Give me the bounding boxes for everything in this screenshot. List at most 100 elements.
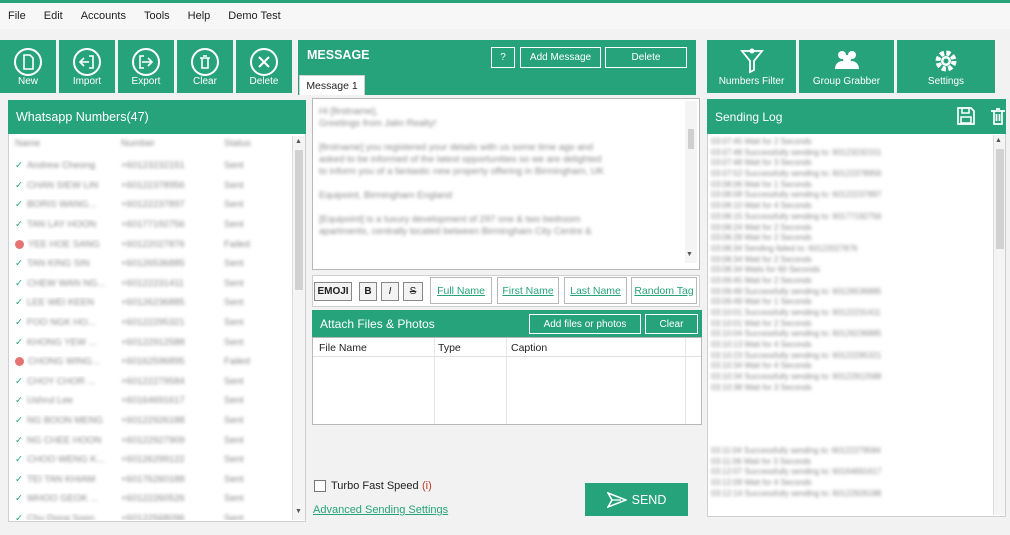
message-text[interactable]: Hi [firstname], Greetings from Jalin Real… [319, 106, 679, 238]
scroll-down-arrow-icon[interactable]: ▼ [295, 508, 302, 515]
message-line: to inform you of a fantastic new propert… [319, 166, 604, 177]
group-grabber-button[interactable]: Group Grabber [799, 40, 894, 93]
turbo-info-icon[interactable]: (i) [422, 480, 432, 492]
message-line: Equipoint, Birmingham England [319, 190, 453, 201]
table-row[interactable]: ✓ LEE WEI KEEN +60126236885 Sent [9, 293, 289, 313]
table-row[interactable]: ✓ NG CHEE HOON +60122927909 Sent [9, 430, 289, 450]
table-row[interactable]: ✓ CHOO WENG K... +60126299122 Sent [9, 450, 289, 470]
menu-file[interactable]: File [8, 10, 26, 22]
table-row[interactable]: ✓ TAN LAY HOON +60177192756 Sent [9, 215, 289, 235]
add-files-button[interactable]: Add files or photos [529, 314, 641, 334]
scroll-up-arrow-icon[interactable]: ▲ [295, 138, 302, 145]
table-row[interactable]: ✓ Chu Dong Soon +60122568096 Sent [9, 509, 289, 520]
new-button[interactable]: New [0, 40, 56, 93]
tag-last-name[interactable]: Last Name [564, 277, 627, 304]
italic-button[interactable]: I [381, 282, 399, 301]
col-status-header: Status [224, 138, 251, 149]
settings-button[interactable]: Settings [897, 40, 995, 93]
contact-status: Sent [224, 179, 244, 191]
add-message-button[interactable]: Add Message [520, 47, 601, 68]
turbo-checkbox[interactable] [314, 480, 326, 492]
menu-help[interactable]: Help [188, 10, 211, 22]
table-row[interactable]: ✓ CHOY CHOR ... +60122279584 Sent [9, 372, 289, 392]
contact-name: FOO NGK HO... [26, 317, 96, 329]
contact-name: TAN KING SIN [26, 258, 90, 270]
import-button[interactable]: Import [59, 40, 115, 93]
contact-name: BORIS WANG... [26, 199, 97, 211]
save-log-button[interactable] [956, 106, 976, 129]
contact-number: +60164691617 [121, 395, 185, 407]
table-row[interactable]: ✓ BORIS WANG... +60122237897 Sent [9, 195, 289, 215]
message-editor[interactable]: Hi [firstname], Greetings from Jalin Real… [312, 98, 700, 270]
tag-full-name[interactable]: Full Name [430, 277, 492, 304]
log-scroll-up-icon[interactable]: ▲ [995, 137, 1002, 144]
table-row[interactable]: ✓ WHOO GEOK ... +60122260526 Sent [9, 489, 289, 509]
menu-accounts[interactable]: Accounts [81, 10, 126, 22]
table-row[interactable]: ✓ Ushrul Lee +60164691617 Sent [9, 391, 289, 411]
group-grabber-label: Group Grabber [812, 76, 881, 87]
advanced-settings-link[interactable]: Advanced Sending Settings [313, 504, 448, 516]
delete-message-button[interactable]: Delete [605, 47, 687, 68]
numbers-scrollbar[interactable]: ▲ ▼ [292, 136, 305, 520]
sending-log-lines-bottom: 03:11:04 Successfully sending to: 601222… [711, 446, 991, 499]
check-icon: ✓ [15, 160, 23, 172]
message-scroll-down-icon[interactable]: ▼ [686, 251, 693, 258]
log-line: 03:10:34 Wait for 4 Seconds [711, 361, 812, 371]
settings-label: Settings [927, 76, 965, 87]
log-scrollbar[interactable]: ▲ [993, 135, 1005, 515]
table-row[interactable]: ✓ CHEW WAN NG... +60122231411 Sent [9, 274, 289, 294]
tag-first-name[interactable]: First Name [497, 277, 559, 304]
clear-button[interactable]: Clear [177, 40, 233, 93]
table-row[interactable]: CHONG WING... +60162596895 Failed [9, 352, 289, 372]
message-scrollbar[interactable]: ▼ [685, 101, 697, 263]
table-row[interactable]: ✓ KHONG YEW ... +60122912588 Sent [9, 332, 289, 352]
contact-status: Sent [224, 434, 244, 446]
table-row[interactable]: ✓ CHAN SIEW LIN +60122378956 Sent [9, 176, 289, 196]
emoji-button[interactable]: EMOJI [314, 282, 352, 301]
message-line: [Equipoint] is a luxury development of 2… [319, 214, 581, 225]
contact-status: Sent [224, 277, 244, 289]
contact-name: TAN LAY HOON [26, 219, 97, 231]
numbers-filter-label: Numbers Filter [718, 76, 785, 87]
table-row[interactable]: ✓ TEI TAN KHIAM +60176260188 Sent [9, 470, 289, 490]
tab-message-1[interactable]: Message 1 [299, 75, 365, 95]
log-line: 03:11:04 Successfully sending to: 601222… [711, 446, 881, 455]
table-row[interactable]: ✓ FOO NGK HO... +60122295321 Sent [9, 313, 289, 333]
numbers-scroll-thumb[interactable] [295, 150, 303, 290]
delete-button[interactable]: Delete [236, 40, 292, 93]
export-label: Export [131, 76, 161, 87]
new-file-icon [14, 48, 42, 76]
help-button[interactable]: ? [491, 47, 515, 68]
send-button[interactable]: SEND [585, 483, 688, 516]
attach-clear-button[interactable]: Clear [645, 314, 698, 334]
table-row[interactable]: ✓ Andrew Cheong +60123232151 Sent [9, 156, 289, 176]
log-scroll-thumb[interactable] [996, 149, 1004, 249]
contact-status: Sent [224, 473, 244, 485]
menu-tools[interactable]: Tools [144, 10, 170, 22]
log-line: 03:08:08 Successfully sending to: 601222… [711, 190, 882, 200]
strikethrough-button[interactable]: S [403, 282, 423, 301]
check-icon: ✓ [15, 317, 23, 329]
check-icon: ✓ [15, 454, 23, 466]
menu-edit[interactable]: Edit [44, 10, 63, 22]
contact-number: +60122295321 [121, 317, 185, 329]
log-line: 03:08:15 Successfully sending to: 601771… [711, 211, 882, 221]
contact-number: +60126236885 [121, 297, 185, 309]
import-label: Import [72, 76, 102, 87]
clear-label: Clear [193, 76, 217, 87]
table-row[interactable]: ✓ TAN KING SIN +60126536885 Sent [9, 254, 289, 274]
bold-button[interactable]: B [359, 282, 377, 301]
table-row[interactable]: ✓ NG BOON MENG +60122926188 Sent [9, 411, 289, 431]
contact-status: Sent [224, 415, 244, 427]
numbers-filter-button[interactable]: Numbers Filter [707, 40, 796, 93]
attachments-table: File Name Type Caption [312, 337, 702, 425]
tag-random[interactable]: Random Tag [631, 277, 697, 304]
menu-demo-test[interactable]: Demo Test [228, 10, 280, 22]
table-row[interactable]: YEE HOE SANG +60122027876 Failed [9, 234, 289, 254]
col-number-header: Number [121, 138, 155, 149]
contact-status: Sent [224, 258, 244, 270]
message-scroll-thumb[interactable] [688, 129, 694, 149]
clear-log-button[interactable] [988, 106, 1008, 129]
message-line [319, 130, 679, 142]
export-button[interactable]: Export [118, 40, 174, 93]
